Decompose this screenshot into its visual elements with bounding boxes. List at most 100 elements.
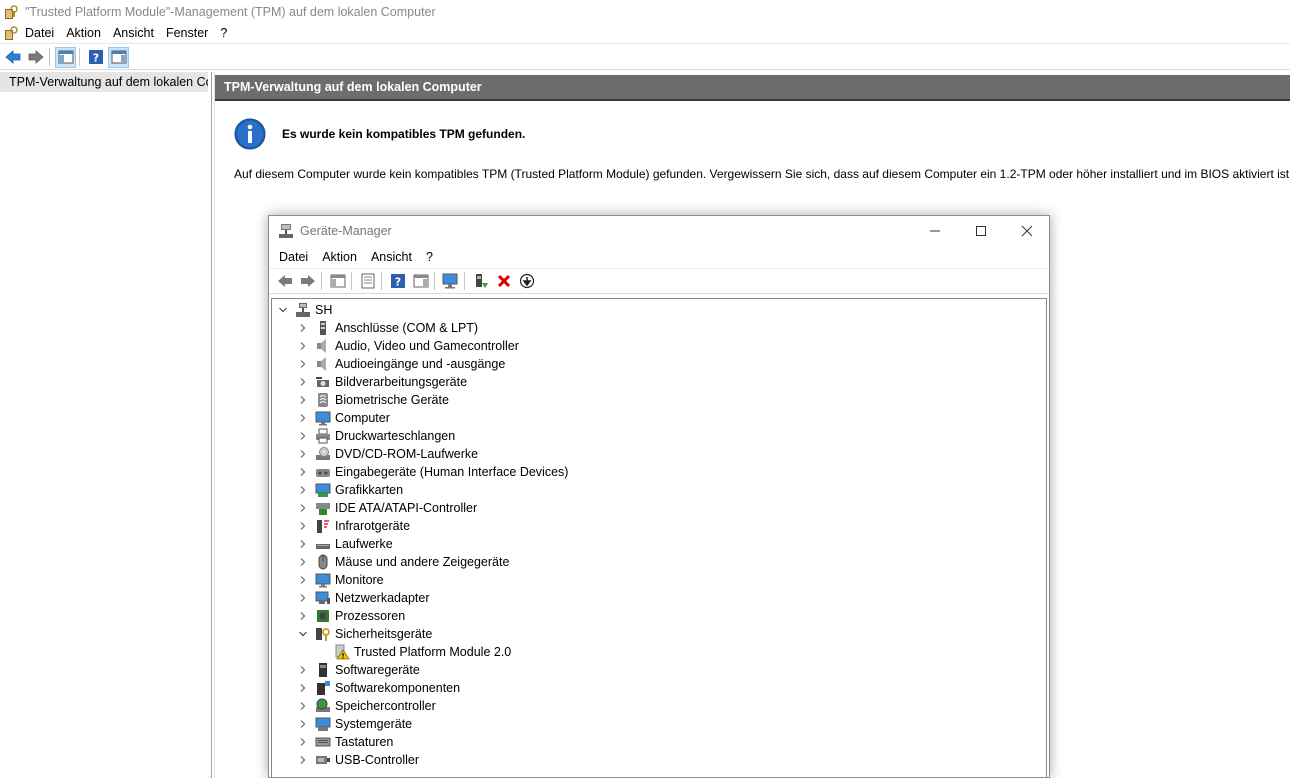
chevron-right-icon[interactable] xyxy=(298,377,308,387)
dm-action-pane-button[interactable] xyxy=(410,271,431,292)
fingerprint-icon xyxy=(315,392,331,408)
window-title: "Trusted Platform Module"-Management (TP… xyxy=(25,4,436,19)
dm-menu-help[interactable]: ? xyxy=(426,250,433,264)
chevron-right-icon[interactable] xyxy=(298,467,308,477)
chevron-right-icon[interactable] xyxy=(298,539,308,549)
chevron-right-icon[interactable] xyxy=(298,611,308,621)
forward-button[interactable] xyxy=(25,47,46,68)
device-category[interactable]: Mäuse und andere Zeigegeräte xyxy=(298,553,509,571)
menu-datei[interactable]: Datei xyxy=(25,26,62,40)
chevron-right-icon[interactable] xyxy=(298,359,308,369)
dm-disable-button[interactable] xyxy=(516,271,537,292)
chevron-right-icon[interactable] xyxy=(298,485,308,495)
device-category[interactable]: Computer xyxy=(298,409,390,427)
dm-help-button[interactable]: ? xyxy=(387,271,408,292)
help-button[interactable]: ? xyxy=(85,47,106,68)
chevron-right-icon[interactable] xyxy=(298,737,308,747)
dm-back-button[interactable] xyxy=(274,271,295,292)
device-category[interactable]: Prozessoren xyxy=(298,607,405,625)
menu-fenster[interactable]: Fenster xyxy=(166,26,216,40)
device-category[interactable]: Systemgeräte xyxy=(298,715,412,733)
chevron-right-icon[interactable] xyxy=(298,719,308,729)
chevron-down-icon[interactable] xyxy=(298,629,308,639)
device-category[interactable]: Audio, Video und Gamecontroller xyxy=(298,337,519,355)
device-manager-toolbar: ? xyxy=(269,268,1049,294)
properties-icon xyxy=(361,273,374,289)
back-arrow-icon xyxy=(277,275,292,287)
chevron-right-icon[interactable] xyxy=(298,413,308,423)
chevron-right-icon[interactable] xyxy=(298,557,308,567)
dm-properties-button[interactable] xyxy=(357,271,378,292)
close-button[interactable] xyxy=(1004,216,1050,246)
device-manager-title: Geräte-Manager xyxy=(300,224,392,238)
dm-scan-hardware-button[interactable] xyxy=(440,271,461,292)
device-category[interactable]: Tastaturen xyxy=(298,733,393,751)
dm-menu-aktion[interactable]: Aktion xyxy=(322,250,357,264)
system-menu-icon[interactable] xyxy=(3,25,19,41)
device-category[interactable]: Speichercontroller xyxy=(298,697,436,715)
chevron-right-icon[interactable] xyxy=(298,521,308,531)
device-label: Grafikkarten xyxy=(335,483,404,497)
monitor-icon xyxy=(315,410,331,426)
maximize-button[interactable] xyxy=(958,216,1004,246)
device-label: USB-Controller xyxy=(335,753,420,767)
chevron-right-icon[interactable] xyxy=(298,665,308,675)
chevron-down-icon[interactable] xyxy=(278,305,288,315)
chevron-right-icon[interactable] xyxy=(298,341,308,351)
dm-console-tree-button[interactable] xyxy=(327,271,348,292)
dm-menu-datei[interactable]: Datei xyxy=(279,250,308,264)
device-category[interactable]: Softwaregeräte xyxy=(298,661,420,679)
menu-help[interactable]: ? xyxy=(220,26,235,40)
device-category[interactable]: Anschlüsse (COM & LPT) xyxy=(298,319,478,337)
device-category[interactable]: Eingabegeräte (Human Interface Devices) xyxy=(298,463,568,481)
chevron-right-icon[interactable] xyxy=(298,503,308,513)
remove-x-icon xyxy=(497,274,510,288)
printer-icon xyxy=(315,428,331,444)
tree-item-tpm-management[interactable]: TPM-Verwaltung auf dem lokalen Computer xyxy=(0,72,208,92)
chevron-right-icon[interactable] xyxy=(298,449,308,459)
device-category[interactable]: Sicherheitsgeräte xyxy=(298,625,432,643)
chevron-right-icon[interactable] xyxy=(298,323,308,333)
chevron-right-icon[interactable] xyxy=(298,755,308,765)
chevron-right-icon[interactable] xyxy=(298,431,308,441)
device-category[interactable]: Softwarekomponenten xyxy=(298,679,460,697)
device-category[interactable]: Druckwarteschlangen xyxy=(298,427,455,445)
device-tree: SH Anschlüsse (COM & LPT) Audio, Video un… xyxy=(271,298,1047,778)
device-category[interactable]: Netzwerkadapter xyxy=(298,589,430,607)
back-button[interactable] xyxy=(2,47,23,68)
dm-uninstall-button[interactable] xyxy=(493,271,514,292)
menu-bar: Datei Aktion Ansicht Fenster ? xyxy=(0,23,1290,44)
display-adapter-icon xyxy=(315,482,331,498)
minimize-icon xyxy=(930,230,940,232)
tree-root-label: SH xyxy=(315,303,333,317)
software-component-icon xyxy=(315,680,331,696)
device-item[interactable]: Trusted Platform Module 2.0 xyxy=(334,643,511,661)
dm-update-driver-button[interactable] xyxy=(470,271,491,292)
security-device-icon xyxy=(315,626,331,642)
show-hide-action-pane-button[interactable] xyxy=(108,46,129,68)
device-category[interactable]: Audioeingänge und -ausgänge xyxy=(298,355,505,373)
device-category[interactable]: Bildverarbeitungsgeräte xyxy=(298,373,467,391)
device-category[interactable]: Infrarotgeräte xyxy=(298,517,410,535)
device-category[interactable]: Biometrische Geräte xyxy=(298,391,449,409)
device-category[interactable]: IDE ATA/ATAPI-Controller xyxy=(298,499,477,517)
show-hide-console-tree-button[interactable] xyxy=(55,46,76,68)
minimize-button[interactable] xyxy=(912,216,958,246)
chevron-right-icon[interactable] xyxy=(298,395,308,405)
device-category[interactable]: Monitore xyxy=(298,571,384,589)
device-category[interactable]: Grafikkarten xyxy=(298,481,403,499)
device-category[interactable]: USB-Controller xyxy=(298,751,419,769)
maximize-icon xyxy=(976,226,986,236)
device-category[interactable]: DVD/CD-ROM-Laufwerke xyxy=(298,445,478,463)
chevron-right-icon[interactable] xyxy=(298,593,308,603)
dm-forward-button[interactable] xyxy=(297,271,318,292)
menu-ansicht[interactable]: Ansicht xyxy=(113,26,162,40)
dm-menu-ansicht[interactable]: Ansicht xyxy=(371,250,412,264)
chevron-right-icon[interactable] xyxy=(298,683,308,693)
device-label: Druckwarteschlangen xyxy=(335,429,456,443)
tree-root-sh[interactable]: SH xyxy=(278,301,332,319)
chevron-right-icon[interactable] xyxy=(298,575,308,585)
chevron-right-icon[interactable] xyxy=(298,701,308,711)
menu-aktion[interactable]: Aktion xyxy=(66,26,109,40)
device-category[interactable]: Laufwerke xyxy=(298,535,393,553)
